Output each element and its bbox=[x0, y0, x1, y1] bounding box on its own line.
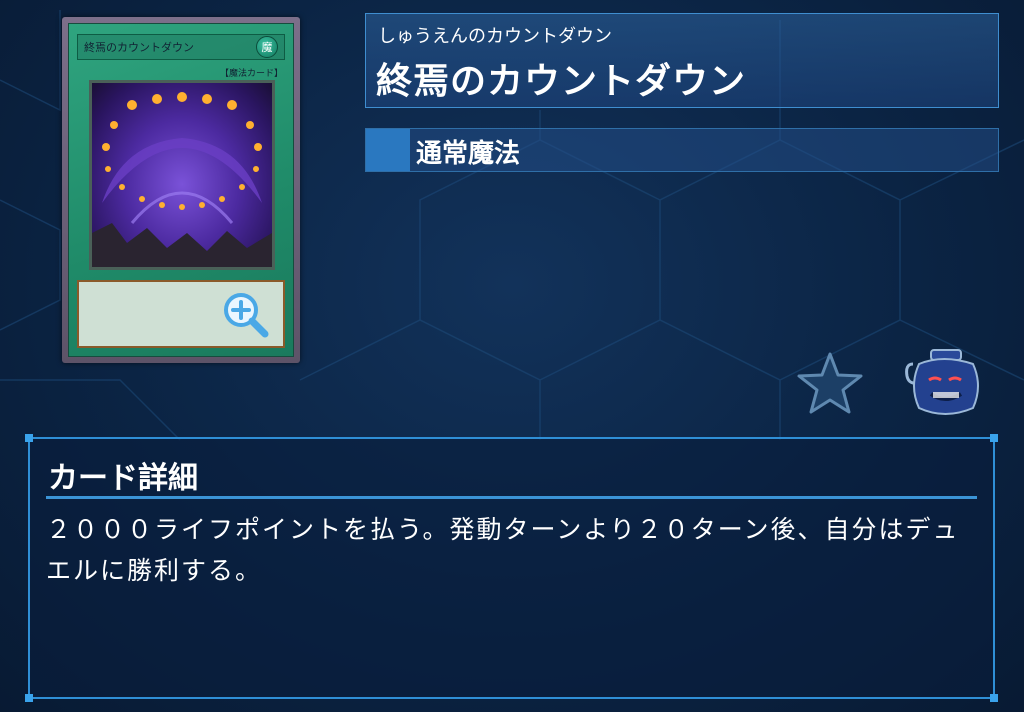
artwork-illustration bbox=[92, 92, 272, 267]
detail-title: カード詳細 bbox=[48, 461, 198, 496]
panel-corner bbox=[990, 694, 998, 702]
detail-divider bbox=[46, 496, 977, 499]
card-detail-panel[interactable]: カード詳細 ２０００ライフポイントを払う。発動ターンより２０ターン後、自分はデュ… bbox=[25, 434, 998, 702]
card-type-panel: 通常魔法 bbox=[365, 128, 999, 172]
panel-corner bbox=[25, 434, 33, 442]
star-icon[interactable] bbox=[795, 350, 865, 416]
card-type-label: 通常魔法 bbox=[416, 139, 521, 169]
card-artwork bbox=[89, 80, 275, 270]
card-name-ruby: しゅうえんのカウントダウン bbox=[378, 26, 612, 47]
card-image[interactable]: 終焉のカウントダウン 魔 【魔法カード】 bbox=[62, 17, 300, 363]
card-name-title: 終焉のカウントダウン bbox=[376, 61, 747, 102]
panel-corner bbox=[25, 694, 33, 702]
panel-corner bbox=[990, 434, 998, 442]
card-attribute-icon: 魔 bbox=[256, 36, 278, 58]
type-indicator bbox=[366, 129, 410, 171]
card-mini-name: 終焉のカウントダウン bbox=[84, 41, 194, 54]
pot-icon[interactable] bbox=[903, 346, 985, 420]
card-mini-type: 【魔法カード】 bbox=[219, 69, 283, 79]
card-name-panel: しゅうえんのカウントダウン 終焉のカウントダウン bbox=[365, 13, 999, 108]
card-effect-text: ２０００ライフポイントを払う。発動ターンより２０ターン後、自分はデュエルに勝利す… bbox=[46, 515, 960, 585]
card-face: 終焉のカウントダウン 魔 【魔法カード】 bbox=[68, 23, 294, 357]
zoom-icon[interactable] bbox=[219, 288, 273, 342]
card-name-bar: 終焉のカウントダウン 魔 bbox=[77, 34, 285, 60]
card-text-box bbox=[77, 280, 285, 348]
